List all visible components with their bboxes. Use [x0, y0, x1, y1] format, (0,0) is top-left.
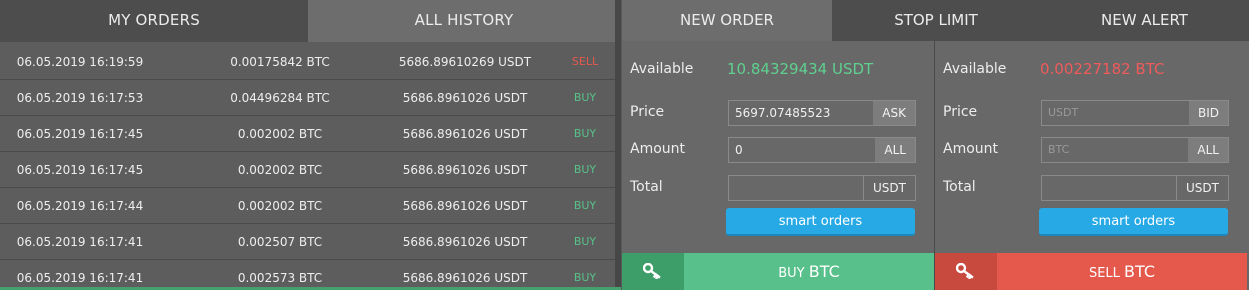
amount-input[interactable]: 0 ALL [728, 137, 916, 163]
tab-my-orders[interactable]: MY ORDERS [0, 0, 308, 42]
order-date: 06.05.2019 16:17:44 [16, 199, 144, 213]
tab-stop-limit[interactable]: STOP LIMIT [832, 0, 1040, 41]
price-label: Price [943, 104, 978, 120]
bid-button[interactable]: BID [1188, 101, 1228, 125]
sell-key-button[interactable] [935, 253, 997, 290]
order-side: BUY [573, 235, 597, 248]
order-row[interactable]: 06.05.2019 16:17:41 0.002573 BTC 5686.8961… [0, 260, 615, 290]
order-date: 06.05.2019 16:17:45 [16, 163, 144, 177]
order-row[interactable]: 06.05.2019 16:17:45 0.002002 BTC 5686.8961… [0, 116, 615, 152]
order-amount: 0.002002 BTC [237, 127, 323, 141]
price-label: Price [630, 104, 665, 120]
order-row[interactable]: 06.05.2019 16:19:59 0.00175842 BTC 5686.89… [0, 44, 615, 80]
order-row[interactable]: 06.05.2019 16:17:45 0.002002 BTC 5686.8961… [0, 152, 615, 188]
buy-form: Available 10.84329434 USDT Price 5697.07… [622, 41, 934, 290]
order-price: 5686.8961026 USDT [402, 127, 528, 141]
tab-all-history[interactable]: ALL HISTORY [308, 0, 619, 42]
sell-button-label: SELL [1088, 266, 1120, 281]
buy-key-button[interactable] [622, 253, 684, 290]
price-input[interactable]: USDT BID [1041, 100, 1229, 126]
key-icon [643, 263, 661, 279]
orders-list: 06.05.2019 16:19:59 0.00175842 BTC 5686.89… [0, 44, 615, 290]
order-price: 5686.89610269 USDT [398, 55, 532, 69]
price-value: 5697.07485523 [735, 106, 831, 120]
order-amount: 0.002573 BTC [237, 271, 323, 285]
amount-label: Amount [943, 141, 999, 157]
scrollbar-track[interactable] [615, 0, 621, 290]
available-label: Available [943, 61, 1007, 77]
order-amount: 0.04496284 BTC [230, 91, 330, 105]
order-price: 5686.8961026 USDT [402, 199, 528, 213]
smart-orders-button[interactable]: smart orders [1039, 208, 1228, 236]
order-side: BUY [573, 271, 597, 284]
key-icon [956, 263, 974, 279]
available-value: 0.00227182 BTC [1040, 60, 1165, 78]
order-row[interactable]: 06.05.2019 16:17:53 0.04496284 BTC 5686.89… [0, 80, 615, 116]
sell-button-symbol: BTC [1124, 262, 1156, 281]
buy-button-symbol: BTC [808, 262, 840, 281]
amount-value: 0 [735, 143, 743, 157]
buy-button[interactable]: BUY BTC [684, 253, 934, 290]
tab-new-alert[interactable]: NEW ALERT [1040, 0, 1249, 41]
order-price: 5686.8961026 USDT [402, 235, 528, 249]
order-side: BUY [573, 91, 597, 104]
total-label: Total [630, 179, 663, 195]
total-unit: USDT [1176, 176, 1228, 200]
tab-new-order[interactable]: NEW ORDER [622, 0, 832, 41]
order-row[interactable]: 06.05.2019 16:17:41 0.002507 BTC 5686.8961… [0, 224, 615, 260]
order-price: 5686.8961026 USDT [402, 271, 528, 285]
all-button[interactable]: ALL [875, 138, 915, 162]
order-price: 5686.8961026 USDT [402, 91, 528, 105]
order-date: 06.05.2019 16:17:41 [16, 235, 144, 249]
order-side: SELL [571, 55, 599, 68]
available-value: 10.84329434 USDT [727, 60, 874, 78]
amount-input[interactable]: BTC ALL [1041, 137, 1229, 163]
order-price: 5686.8961026 USDT [402, 163, 528, 177]
orders-panel: MY ORDERS ALL HISTORY 06.05.2019 16:19:5… [0, 0, 619, 290]
amount-label: Amount [630, 141, 686, 157]
order-amount: 0.002507 BTC [237, 235, 323, 249]
total-input[interactable]: USDT [1041, 175, 1229, 201]
sell-form: Available 0.00227182 BTC Price USDT BID … [935, 41, 1247, 290]
order-row[interactable]: 06.05.2019 16:17:44 0.002002 BTC 5686.8961… [0, 188, 615, 224]
available-label: Available [630, 61, 694, 77]
order-amount: 0.00175842 BTC [230, 55, 330, 69]
total-label: Total [943, 179, 976, 195]
price-placeholder: USDT [1048, 106, 1079, 119]
ask-button[interactable]: ASK [873, 101, 915, 125]
order-date: 06.05.2019 16:17:53 [16, 91, 144, 105]
amount-placeholder: BTC [1048, 143, 1070, 156]
order-side: BUY [573, 163, 597, 176]
order-side: BUY [573, 199, 597, 212]
order-date: 06.05.2019 16:17:41 [16, 271, 144, 285]
order-date: 06.05.2019 16:19:59 [16, 55, 144, 69]
trade-panel: NEW ORDER STOP LIMIT NEW ALERT Available… [622, 0, 1249, 290]
sell-button[interactable]: SELL BTC [997, 253, 1247, 290]
order-side: BUY [573, 127, 597, 140]
price-input[interactable]: 5697.07485523 ASK [728, 100, 916, 126]
trade-tabs: NEW ORDER STOP LIMIT NEW ALERT [622, 0, 1249, 41]
orders-tabs: MY ORDERS ALL HISTORY [0, 0, 619, 42]
smart-orders-button[interactable]: smart orders [726, 208, 915, 236]
order-amount: 0.002002 BTC [237, 163, 323, 177]
buy-button-label: BUY [778, 266, 805, 281]
order-amount: 0.002002 BTC [237, 199, 323, 213]
order-date: 06.05.2019 16:17:45 [16, 127, 144, 141]
total-unit: USDT [863, 176, 915, 200]
all-button[interactable]: ALL [1188, 138, 1228, 162]
total-input[interactable]: USDT [728, 175, 916, 201]
